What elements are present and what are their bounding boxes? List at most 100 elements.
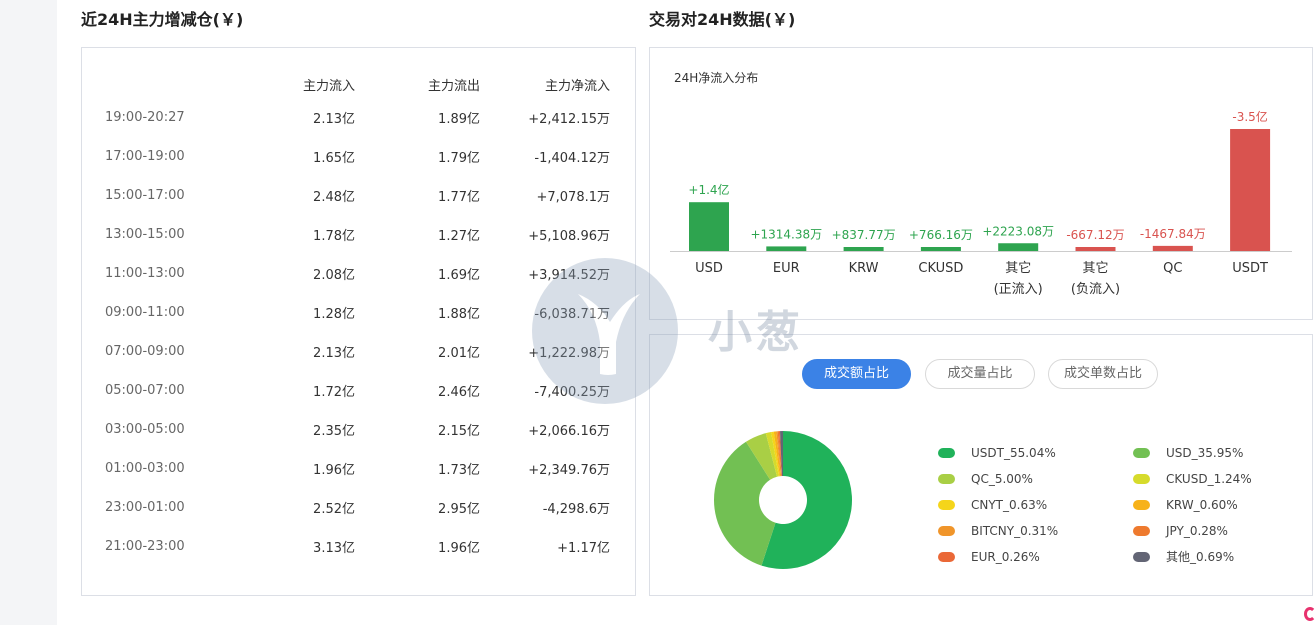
pair-section-title: 交易对24H数据(￥) <box>649 10 796 29</box>
row-outflow: 1.89亿 <box>438 112 480 127</box>
table-row: 09:00-11:00 1.28亿 1.88亿 -6,038.71万 <box>82 293 636 332</box>
row-time: 07:00-09:00 <box>105 344 185 359</box>
bar-data-label: +1314.38万 <box>750 227 822 241</box>
legend-swatch-icon <box>1133 448 1150 458</box>
bar-data-label: +1.4亿 <box>688 182 729 197</box>
row-net-inflow: +2,066.16万 <box>528 424 610 439</box>
bar[interactable] <box>920 247 961 251</box>
legend-label: USD_35.95% <box>1166 446 1244 460</box>
share-donut-chart <box>714 431 852 569</box>
tab-order-count-share[interactable]: 成交单数占比 <box>1048 359 1158 389</box>
row-outflow: 2.15亿 <box>438 424 480 439</box>
bar[interactable] <box>766 246 807 251</box>
legend-swatch-icon <box>1133 500 1150 510</box>
legend-label: JPY_0.28% <box>1166 524 1228 538</box>
row-outflow: 1.73亿 <box>438 463 480 478</box>
row-net-inflow: +5,108.96万 <box>528 229 610 244</box>
row-net-inflow: -1,404.12万 <box>534 151 610 166</box>
row-time: 17:00-19:00 <box>105 149 185 164</box>
row-inflow: 2.13亿 <box>313 346 355 361</box>
page: 近24H主力增减仓(￥) 交易对24H数据(￥) 主力流入 主力流出 主力净流入… <box>57 0 1316 625</box>
table-row: 11:00-13:00 2.08亿 1.69亿 +3,914.52万 <box>82 254 636 293</box>
row-outflow: 2.46亿 <box>438 385 480 400</box>
legend-swatch-icon <box>938 552 955 562</box>
row-net-inflow: -7,400.25万 <box>534 385 610 400</box>
row-net-inflow: +2,412.15万 <box>528 112 610 127</box>
table-row: 05:00-07:00 1.72亿 2.46亿 -7,400.25万 <box>82 371 636 410</box>
row-inflow: 1.28亿 <box>313 307 355 322</box>
row-inflow: 1.96亿 <box>313 463 355 478</box>
table-row: 13:00-15:00 1.78亿 1.27亿 +5,108.96万 <box>82 215 636 254</box>
row-time: 21:00-23:00 <box>105 539 185 554</box>
row-net-inflow: -4,298.6万 <box>542 502 610 517</box>
x-tick-label: (正流入) <box>994 282 1043 297</box>
net-inflow-bar-chart: +1.4亿 USD +1314.38万 EUR +837.77万 KRW +766.16万 C… <box>670 109 1292 297</box>
bar[interactable] <box>1230 129 1271 251</box>
x-tick-label: 其它 <box>1005 260 1031 276</box>
x-tick-label: EUR <box>773 261 800 276</box>
row-outflow: 1.79亿 <box>438 151 480 166</box>
legend-label: USDT_55.04% <box>971 446 1056 460</box>
table-row: 15:00-17:00 2.48亿 1.77亿 +7,078.1万 <box>82 176 636 215</box>
row-outflow: 1.27亿 <box>438 229 480 244</box>
row-inflow: 2.13亿 <box>313 112 355 127</box>
row-time: 09:00-11:00 <box>105 305 185 320</box>
legend-swatch-icon <box>938 500 955 510</box>
tab-volume-share[interactable]: 成交量占比 <box>925 359 1035 389</box>
table-row: 17:00-19:00 1.65亿 1.79亿 -1,404.12万 <box>82 137 636 176</box>
table-header-row: 主力流入 主力流出 主力净流入 <box>82 70 636 98</box>
row-net-inflow: +1,222.98万 <box>528 346 610 361</box>
legend-swatch-icon <box>938 526 955 536</box>
x-tick-label: QC <box>1163 261 1182 276</box>
legend-label: BITCNY_0.31% <box>971 524 1059 538</box>
row-outflow: 1.96亿 <box>438 541 480 556</box>
row-inflow: 1.72亿 <box>313 385 355 400</box>
table-row: 07:00-09:00 2.13亿 2.01亿 +1,222.98万 <box>82 332 636 371</box>
row-time: 15:00-17:00 <box>105 188 185 203</box>
bar[interactable] <box>998 243 1039 251</box>
tab-turnover-share[interactable]: 成交额占比 <box>802 359 911 389</box>
bar-data-label: -1467.84万 <box>1140 227 1206 241</box>
inflow-table-panel: 主力流入 主力流出 主力净流入 19:00-20:27 2.13亿 1.89亿 +2,… <box>81 47 636 596</box>
row-inflow: 2.52亿 <box>313 502 355 517</box>
row-inflow: 2.08亿 <box>313 268 355 283</box>
row-net-inflow: +7,078.1万 <box>536 190 610 205</box>
bar-data-label: +837.77万 <box>832 228 896 242</box>
legend-label: QC_5.00% <box>971 472 1033 486</box>
inflow-section-title: 近24H主力增减仓(￥) <box>81 10 244 29</box>
row-outflow: 2.01亿 <box>438 346 480 361</box>
row-time: 19:00-20:27 <box>105 110 185 125</box>
row-net-inflow: +3,914.52万 <box>528 268 610 283</box>
legend-swatch-icon <box>938 448 955 458</box>
table-row: 23:00-01:00 2.52亿 2.95亿 -4,298.6万 <box>82 488 636 527</box>
bar[interactable] <box>1075 247 1116 251</box>
table-row: 21:00-23:00 3.13亿 1.96亿 +1.17亿 <box>82 527 636 566</box>
row-time: 05:00-07:00 <box>105 383 185 398</box>
bar-data-label: +2223.08万 <box>982 224 1054 238</box>
bar-data-label: -667.12万 <box>1066 228 1124 242</box>
bar[interactable] <box>1152 245 1193 251</box>
x-tick-label: CKUSD <box>918 261 963 276</box>
row-outflow: 2.95亿 <box>438 502 480 517</box>
row-net-inflow: +1.17亿 <box>557 541 610 556</box>
table-row: 03:00-05:00 2.35亿 2.15亿 +2,066.16万 <box>82 410 636 449</box>
table-row: 01:00-03:00 1.96亿 1.73亿 +2,349.76万 <box>82 449 636 488</box>
row-time: 03:00-05:00 <box>105 422 185 437</box>
bar[interactable] <box>843 247 884 251</box>
bar[interactable] <box>689 202 729 251</box>
inflow-table: 主力流入 主力流出 主力净流入 19:00-20:27 2.13亿 1.89亿 +2,… <box>82 70 636 566</box>
row-net-inflow: -6,038.71万 <box>534 307 610 322</box>
bar-data-label: -3.5亿 <box>1232 109 1267 124</box>
header-inflow: 主力流入 <box>302 78 355 94</box>
row-time: 01:00-03:00 <box>105 461 185 476</box>
row-outflow: 1.88亿 <box>438 307 480 322</box>
table-row: 19:00-20:27 2.13亿 1.89亿 +2,412.15万 <box>82 98 636 137</box>
legend-label: CNYT_0.63% <box>971 498 1048 512</box>
row-inflow: 2.48亿 <box>313 190 355 205</box>
bar-data-label: +766.16万 <box>909 228 973 242</box>
legend-swatch-icon <box>938 474 955 484</box>
legend-label: KRW_0.60% <box>1166 498 1238 512</box>
corner-badge-icon <box>1304 607 1316 621</box>
legend-swatch-icon <box>1133 474 1150 484</box>
legend-label: 其他_0.69% <box>1166 550 1235 564</box>
